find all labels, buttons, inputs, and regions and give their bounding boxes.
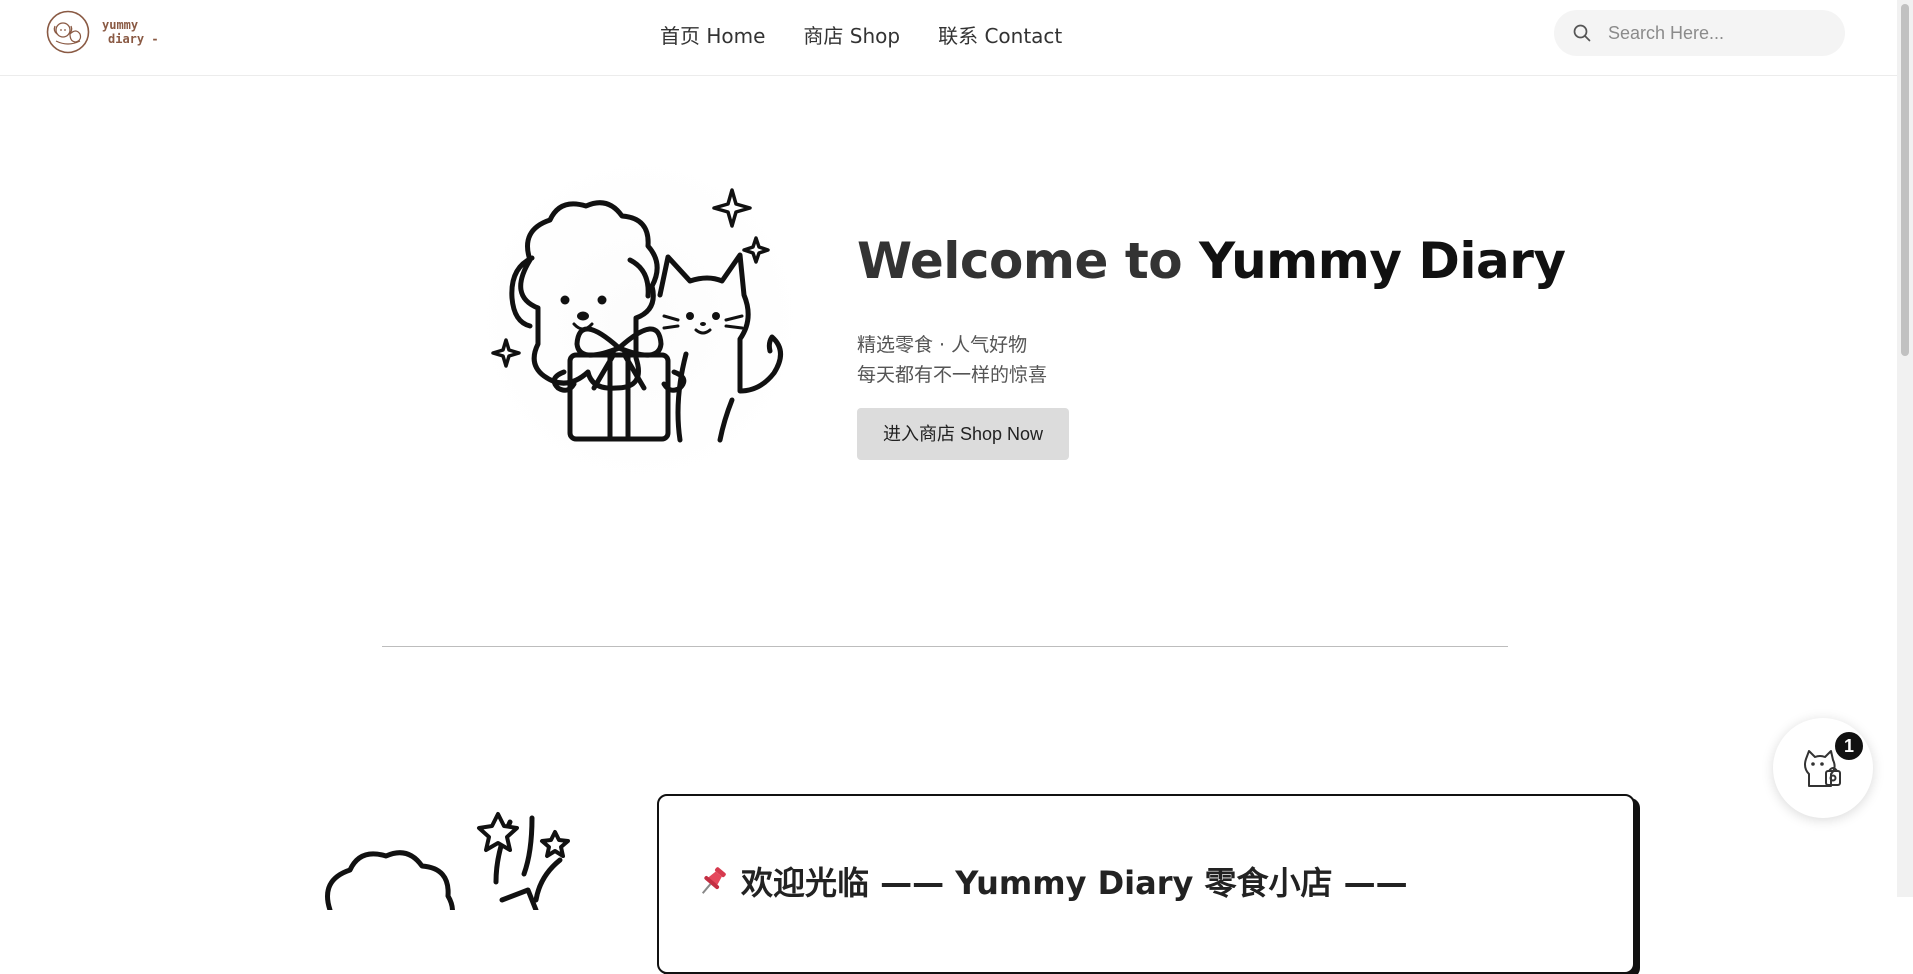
- logo-wordmark: yummy diary -: [102, 18, 159, 46]
- nav-shop[interactable]: 商店 Shop: [803, 20, 900, 49]
- search-icon[interactable]: [1572, 23, 1592, 43]
- hero-title-brand: Yummy Diary: [1199, 232, 1566, 290]
- shop-now-button[interactable]: 进入商店 Shop Now: [857, 408, 1070, 460]
- main-nav: 首页 Home 商店 Shop 联系 Contact: [660, 0, 1062, 68]
- cart-count-badge: 1: [1833, 730, 1865, 762]
- site-header: yummy diary - 首页 Home 商店 Shop 联系 Contact: [0, 0, 1897, 76]
- welcome-card-title: 欢迎光临 —— Yummy Diary 零食小店 ——: [695, 858, 1408, 904]
- dog-and-cat-gift-illustration: [470, 150, 810, 490]
- logo-line-1: yummy: [102, 18, 139, 32]
- nav-home[interactable]: 首页 Home: [660, 20, 765, 49]
- hero-subtitle: 精选零食 · 人气好物 每天都有不一样的惊喜: [857, 330, 1477, 390]
- hero-text-block: Welcome to Yummy Diary 精选零食 · 人气好物 每天都有不…: [857, 232, 1566, 460]
- celebration-illustration: [325, 812, 570, 910]
- pushpin-icon: [701, 867, 726, 894]
- hero-title-prefix: Welcome to: [857, 232, 1199, 290]
- welcome-card-title-text: 欢迎光临 —— Yummy Diary 零食小店 ——: [741, 864, 1408, 902]
- search-box: [1554, 10, 1845, 56]
- page-scrollbar[interactable]: [1897, 0, 1913, 897]
- hero-subtitle-line-2: 每天都有不一样的惊喜: [857, 364, 1048, 386]
- hero-title: Welcome to Yummy Diary: [857, 232, 1566, 290]
- dog-logo-icon: [46, 10, 90, 54]
- scrollbar-thumb[interactable]: [1901, 4, 1909, 356]
- site-logo[interactable]: yummy diary -: [46, 10, 159, 54]
- nav-contact[interactable]: 联系 Contact: [938, 20, 1062, 49]
- welcome-card: 欢迎光临 —— Yummy Diary 零食小店 ——: [657, 794, 1635, 974]
- section-divider: [382, 646, 1508, 647]
- hero-subtitle-line-1: 精选零食 · 人气好物: [857, 334, 1028, 356]
- logo-line-2: diary -: [108, 32, 159, 46]
- floating-cart-button[interactable]: 1: [1773, 718, 1873, 818]
- search-input[interactable]: [1606, 21, 1826, 45]
